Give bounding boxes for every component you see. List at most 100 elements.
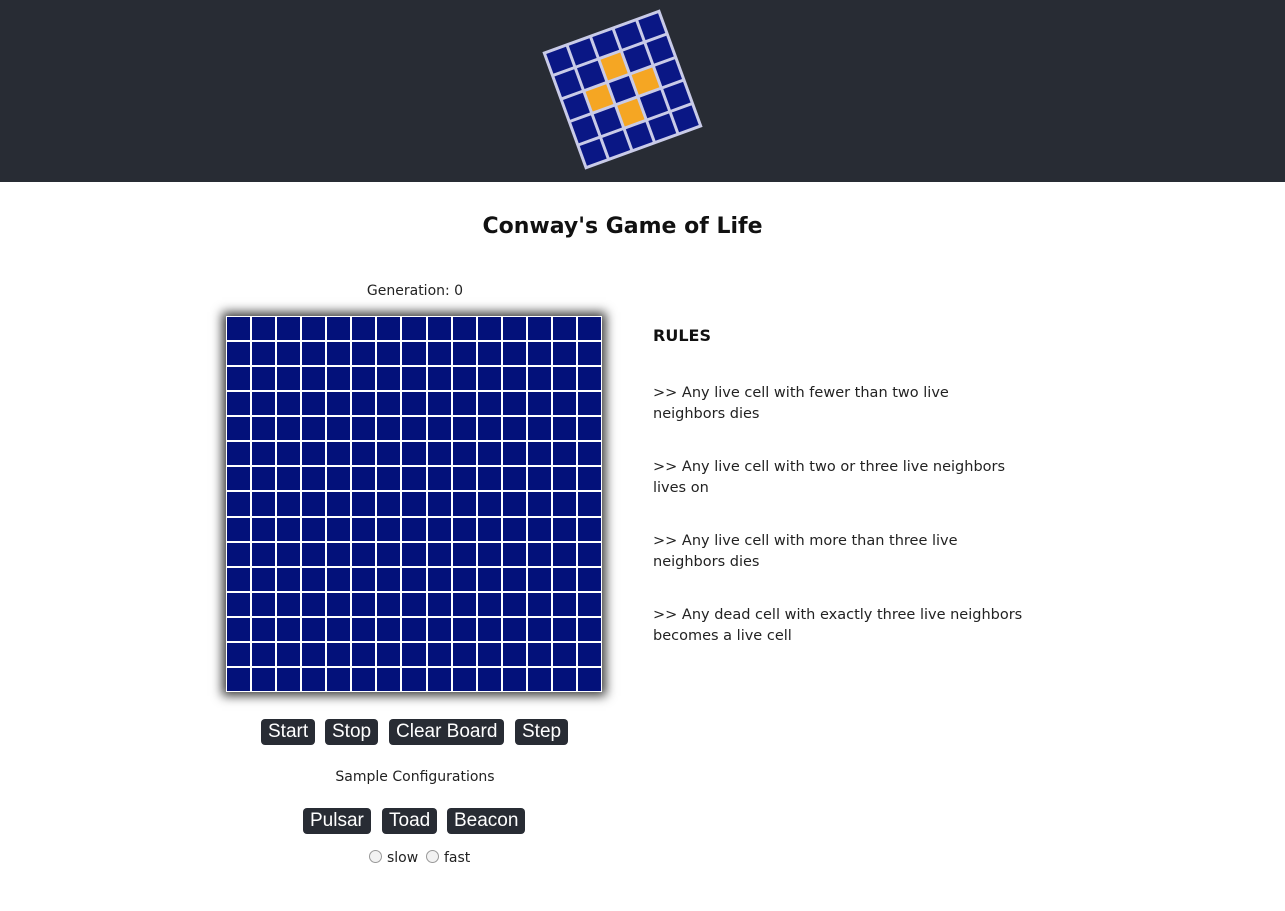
- board-cell[interactable]: [527, 467, 551, 491]
- board-cell[interactable]: [352, 517, 376, 541]
- board-cell[interactable]: [402, 367, 426, 391]
- board-cell[interactable]: [302, 442, 326, 466]
- board-cell[interactable]: [427, 517, 451, 541]
- board-cell[interactable]: [477, 442, 501, 466]
- board-cell[interactable]: [552, 542, 576, 566]
- board-cell[interactable]: [352, 667, 376, 691]
- board-cell[interactable]: [327, 392, 351, 416]
- board-cell[interactable]: [277, 317, 301, 341]
- board-cell[interactable]: [252, 442, 276, 466]
- board-cell[interactable]: [377, 617, 401, 641]
- board-cell[interactable]: [277, 567, 301, 591]
- board-cell[interactable]: [327, 342, 351, 366]
- board-cell[interactable]: [427, 492, 451, 516]
- board-cell[interactable]: [502, 492, 526, 516]
- start-button[interactable]: Start: [261, 719, 316, 745]
- board-cell[interactable]: [577, 342, 601, 366]
- board-cell[interactable]: [227, 317, 251, 341]
- board-cell[interactable]: [477, 567, 501, 591]
- board-cell[interactable]: [252, 617, 276, 641]
- board-cell[interactable]: [452, 567, 476, 591]
- board-cell[interactable]: [377, 392, 401, 416]
- board-cell[interactable]: [427, 592, 451, 616]
- board-cell[interactable]: [277, 592, 301, 616]
- board-cell[interactable]: [302, 317, 326, 341]
- board-cell[interactable]: [252, 417, 276, 441]
- board-cell[interactable]: [402, 442, 426, 466]
- board-cell[interactable]: [427, 567, 451, 591]
- board-cell[interactable]: [577, 592, 601, 616]
- board-cell[interactable]: [502, 392, 526, 416]
- board-cell[interactable]: [327, 417, 351, 441]
- board-cell[interactable]: [502, 542, 526, 566]
- board-cell[interactable]: [277, 617, 301, 641]
- board-cell[interactable]: [352, 492, 376, 516]
- speed-slow-option[interactable]: slow: [369, 849, 418, 866]
- board-cell[interactable]: [577, 617, 601, 641]
- board-cell[interactable]: [477, 392, 501, 416]
- board-cell[interactable]: [402, 317, 426, 341]
- board-cell[interactable]: [377, 567, 401, 591]
- board-cell[interactable]: [277, 342, 301, 366]
- board-cell[interactable]: [527, 442, 551, 466]
- board-cell[interactable]: [377, 317, 401, 341]
- board-cell[interactable]: [402, 342, 426, 366]
- board-cell[interactable]: [252, 392, 276, 416]
- board-cell[interactable]: [502, 342, 526, 366]
- board-cell[interactable]: [277, 642, 301, 666]
- board-cell[interactable]: [302, 667, 326, 691]
- board-cell[interactable]: [502, 417, 526, 441]
- board-cell[interactable]: [352, 592, 376, 616]
- board-cell[interactable]: [252, 517, 276, 541]
- board-cell[interactable]: [377, 417, 401, 441]
- board-cell[interactable]: [452, 617, 476, 641]
- board-cell[interactable]: [427, 317, 451, 341]
- board-cell[interactable]: [302, 617, 326, 641]
- board-cell[interactable]: [527, 367, 551, 391]
- board-cell[interactable]: [502, 467, 526, 491]
- board-cell[interactable]: [427, 642, 451, 666]
- board-cell[interactable]: [302, 542, 326, 566]
- board-cell[interactable]: [527, 392, 551, 416]
- board-cell[interactable]: [377, 367, 401, 391]
- board-cell[interactable]: [377, 592, 401, 616]
- board-cell[interactable]: [577, 642, 601, 666]
- board-cell[interactable]: [377, 492, 401, 516]
- board-cell[interactable]: [352, 442, 376, 466]
- board-cell[interactable]: [327, 442, 351, 466]
- step-button[interactable]: Step: [515, 719, 569, 745]
- board-cell[interactable]: [277, 492, 301, 516]
- board-cell[interactable]: [352, 367, 376, 391]
- board-cell[interactable]: [527, 517, 551, 541]
- pulsar-button[interactable]: Pulsar: [303, 808, 371, 834]
- board-cell[interactable]: [302, 392, 326, 416]
- board-cell[interactable]: [502, 642, 526, 666]
- board-cell[interactable]: [552, 517, 576, 541]
- board-cell[interactable]: [502, 517, 526, 541]
- board-cell[interactable]: [477, 417, 501, 441]
- board-cell[interactable]: [277, 367, 301, 391]
- beacon-button[interactable]: Beacon: [447, 808, 526, 834]
- board-cell[interactable]: [427, 392, 451, 416]
- board-cell[interactable]: [327, 517, 351, 541]
- board-cell[interactable]: [552, 567, 576, 591]
- board-cell[interactable]: [252, 542, 276, 566]
- board-cell[interactable]: [277, 442, 301, 466]
- board-cell[interactable]: [527, 617, 551, 641]
- board-cell[interactable]: [352, 467, 376, 491]
- board-cell[interactable]: [477, 467, 501, 491]
- board-cell[interactable]: [452, 642, 476, 666]
- board-cell[interactable]: [552, 317, 576, 341]
- board-cell[interactable]: [477, 317, 501, 341]
- board-cell[interactable]: [227, 342, 251, 366]
- board-cell[interactable]: [502, 592, 526, 616]
- board-cell[interactable]: [227, 542, 251, 566]
- board-cell[interactable]: [352, 392, 376, 416]
- board-cell[interactable]: [552, 442, 576, 466]
- board-cell[interactable]: [552, 367, 576, 391]
- board-cell[interactable]: [277, 517, 301, 541]
- board-cell[interactable]: [352, 317, 376, 341]
- board-cell[interactable]: [452, 392, 476, 416]
- board-cell[interactable]: [577, 517, 601, 541]
- board-cell[interactable]: [527, 417, 551, 441]
